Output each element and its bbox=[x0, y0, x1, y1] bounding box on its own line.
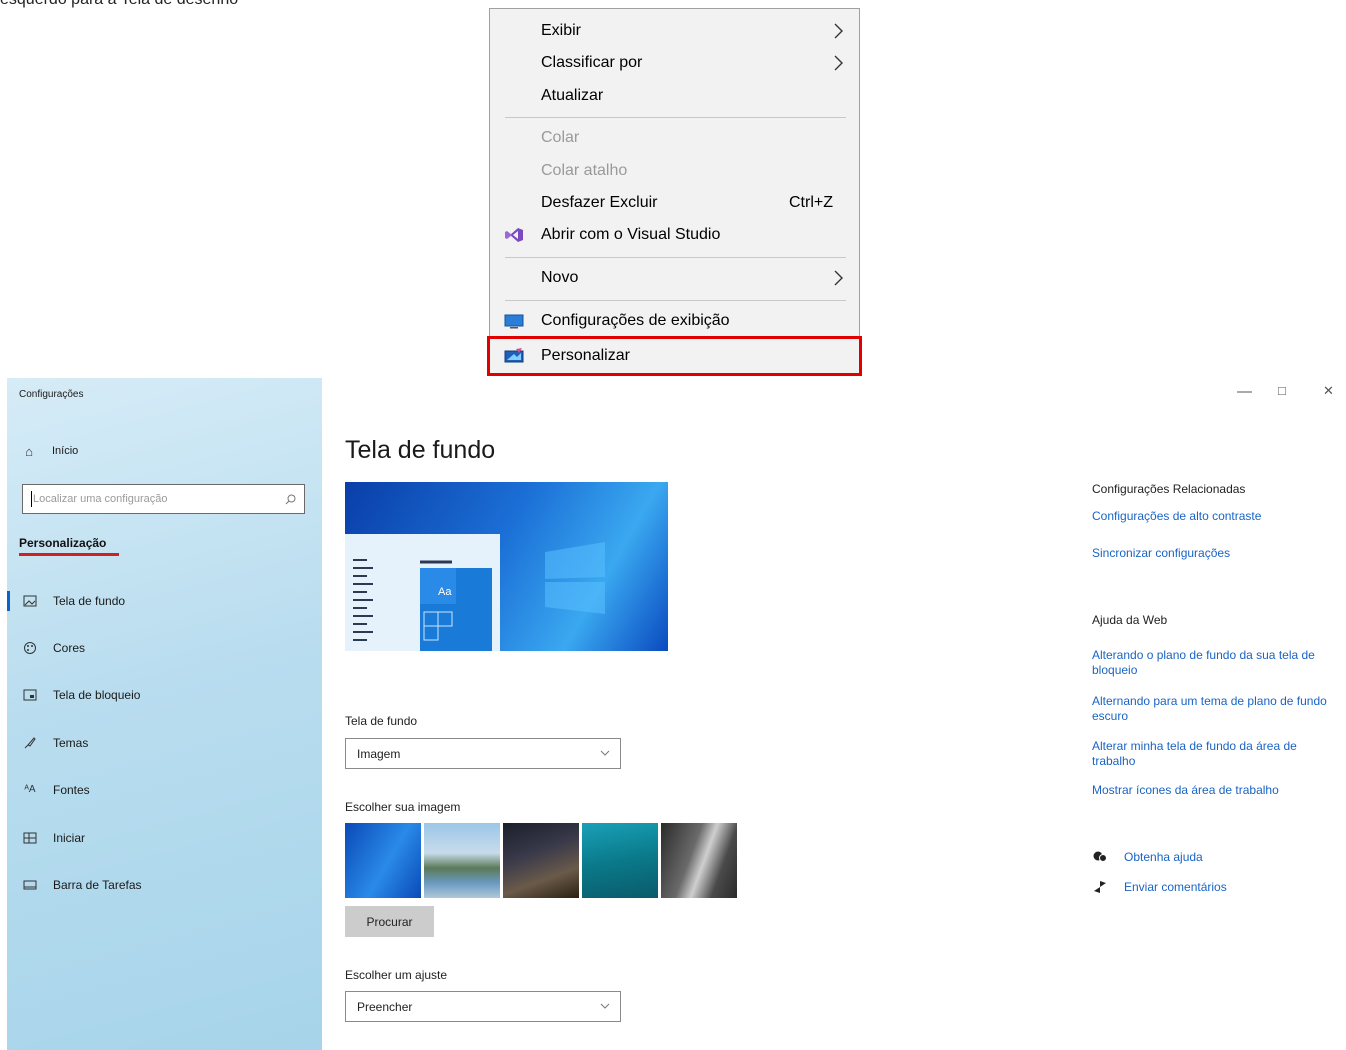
background-type-label: Tela de fundo bbox=[345, 714, 418, 728]
menu-item-novo[interactable]: Novo bbox=[490, 263, 859, 293]
wallpaper-thumbnail[interactable] bbox=[345, 823, 421, 898]
menu-item-abrir-visual-studio[interactable]: Abrir com o Visual Studio bbox=[490, 220, 859, 250]
search-icon bbox=[285, 494, 296, 505]
menu-item-configuracoes-exibicao[interactable]: Configurações de exibição bbox=[490, 306, 859, 336]
search-placeholder: Localizar uma configuração bbox=[33, 493, 168, 505]
menu-item-label: Desfazer Excluir bbox=[541, 194, 658, 211]
sidebar-item-label: Cores bbox=[53, 641, 86, 655]
menu-item-label: Configurações de exibição bbox=[541, 312, 730, 329]
menu-separator bbox=[505, 117, 846, 118]
menu-item-desfazer-excluir[interactable]: Desfazer Excluir Ctrl+Z bbox=[490, 188, 859, 218]
top-caption: esquerdo para a Tela de desenho bbox=[0, 0, 238, 9]
get-help-label: Obtenha ajuda bbox=[1124, 850, 1203, 864]
search-input[interactable]: Localizar uma configuração bbox=[22, 484, 305, 514]
send-feedback-label: Enviar comentários bbox=[1124, 880, 1227, 894]
link-sincronizar[interactable]: Sincronizar configurações bbox=[1092, 546, 1230, 560]
menu-item-label: Novo bbox=[541, 269, 579, 286]
wallpaper-thumbnail[interactable] bbox=[424, 823, 500, 898]
chevron-right-icon bbox=[834, 55, 843, 71]
menu-item-label: Colar bbox=[541, 129, 580, 146]
chevron-right-icon bbox=[834, 270, 843, 286]
sidebar-item-label: Tela de fundo bbox=[53, 594, 126, 608]
section-underline bbox=[19, 553, 119, 556]
sidebar-item-label: Fontes bbox=[53, 783, 90, 797]
lock-screen-icon bbox=[23, 689, 37, 701]
menu-item-shortcut: Ctrl+Z bbox=[789, 194, 833, 211]
link-alto-contraste[interactable]: Configurações de alto contraste bbox=[1092, 509, 1261, 523]
menu-item-label: Personalizar bbox=[541, 347, 630, 364]
help-link[interactable]: Alterar minha tela de fundo da área de t… bbox=[1092, 739, 1332, 769]
chevron-down-icon bbox=[600, 750, 610, 756]
web-help-heading: Ajuda da Web bbox=[1092, 613, 1168, 627]
image-icon bbox=[23, 595, 37, 607]
help-icon bbox=[1093, 851, 1107, 862]
desktop-context-menu: Exibir Classificar por Atualizar Colar C… bbox=[487, 8, 862, 376]
menu-item-colar: Colar bbox=[490, 123, 859, 153]
help-link[interactable]: Alternando para um tema de plano de fund… bbox=[1092, 694, 1332, 724]
close-button[interactable]: ✕ bbox=[1323, 383, 1334, 399]
background-preview: Aa bbox=[345, 482, 668, 651]
menu-item-label: Abrir com o Visual Studio bbox=[541, 226, 721, 243]
settings-sidebar: Configurações ⌂ Início Localizar uma con… bbox=[7, 378, 322, 1050]
menu-item-colar-atalho: Colar atalho bbox=[490, 156, 859, 186]
brush-icon bbox=[24, 737, 36, 749]
app-title: Configurações bbox=[19, 389, 84, 400]
wallpaper-thumbnail[interactable] bbox=[503, 823, 579, 898]
palette-icon bbox=[24, 642, 36, 654]
choose-image-label: Escolher sua imagem bbox=[345, 800, 461, 814]
sidebar-item-label: Tela de bloqueio bbox=[53, 688, 141, 702]
maximize-button[interactable]: □ bbox=[1278, 383, 1286, 398]
menu-item-atualizar[interactable]: Atualizar bbox=[490, 81, 859, 111]
sidebar-item-label: Barra de Tarefas bbox=[53, 878, 142, 892]
display-icon bbox=[504, 314, 524, 329]
feedback-icon bbox=[1094, 881, 1106, 893]
menu-item-label: Classificar por bbox=[541, 54, 643, 71]
chevron-down-icon bbox=[600, 1003, 610, 1009]
personalize-icon bbox=[504, 348, 524, 363]
dropdown-value: Imagem bbox=[357, 747, 401, 761]
sidebar-item-label: Iniciar bbox=[53, 831, 86, 845]
active-indicator bbox=[7, 591, 10, 611]
background-type-dropdown[interactable]: Imagem bbox=[345, 738, 621, 769]
preview-illustration bbox=[345, 534, 605, 651]
menu-separator bbox=[505, 300, 846, 301]
help-link[interactable]: Alterando o plano de fundo da sua tela d… bbox=[1092, 648, 1332, 678]
section-title: Personalização bbox=[19, 536, 107, 550]
sidebar-item-label: Temas bbox=[53, 736, 89, 750]
wallpaper-thumbnail[interactable] bbox=[661, 823, 737, 898]
menu-item-exibir[interactable]: Exibir bbox=[490, 16, 859, 46]
chevron-right-icon bbox=[834, 23, 843, 39]
preview-tile-label: Aa bbox=[438, 586, 452, 598]
minimize-button[interactable]: — bbox=[1237, 383, 1252, 400]
visual-studio-icon bbox=[505, 228, 523, 242]
font-icon: ᴬA bbox=[24, 784, 36, 795]
dropdown-value: Preencher bbox=[357, 1000, 413, 1014]
menu-item-label: Atualizar bbox=[541, 87, 604, 104]
nav-home-label: Início bbox=[52, 445, 79, 457]
related-settings-heading: Configurações Relacionadas bbox=[1092, 482, 1246, 496]
wallpaper-thumbnail[interactable] bbox=[582, 823, 658, 898]
fit-dropdown[interactable]: Preencher bbox=[345, 991, 621, 1022]
menu-separator bbox=[505, 257, 846, 258]
menu-item-label: Colar atalho bbox=[541, 162, 628, 179]
start-icon bbox=[23, 832, 37, 844]
fit-label: Escolher um ajuste bbox=[345, 968, 448, 982]
home-icon: ⌂ bbox=[25, 444, 33, 459]
help-link[interactable]: Mostrar ícones da área de trabalho bbox=[1092, 783, 1279, 797]
menu-item-classificar[interactable]: Classificar por bbox=[490, 48, 859, 78]
page-title: Tela de fundo bbox=[345, 436, 496, 464]
taskbar-icon bbox=[23, 880, 37, 890]
menu-item-personalizar[interactable]: Personalizar bbox=[487, 336, 862, 376]
browse-button[interactable]: Procurar bbox=[345, 906, 434, 937]
text-cursor bbox=[31, 491, 32, 507]
menu-item-label: Exibir bbox=[541, 22, 582, 39]
